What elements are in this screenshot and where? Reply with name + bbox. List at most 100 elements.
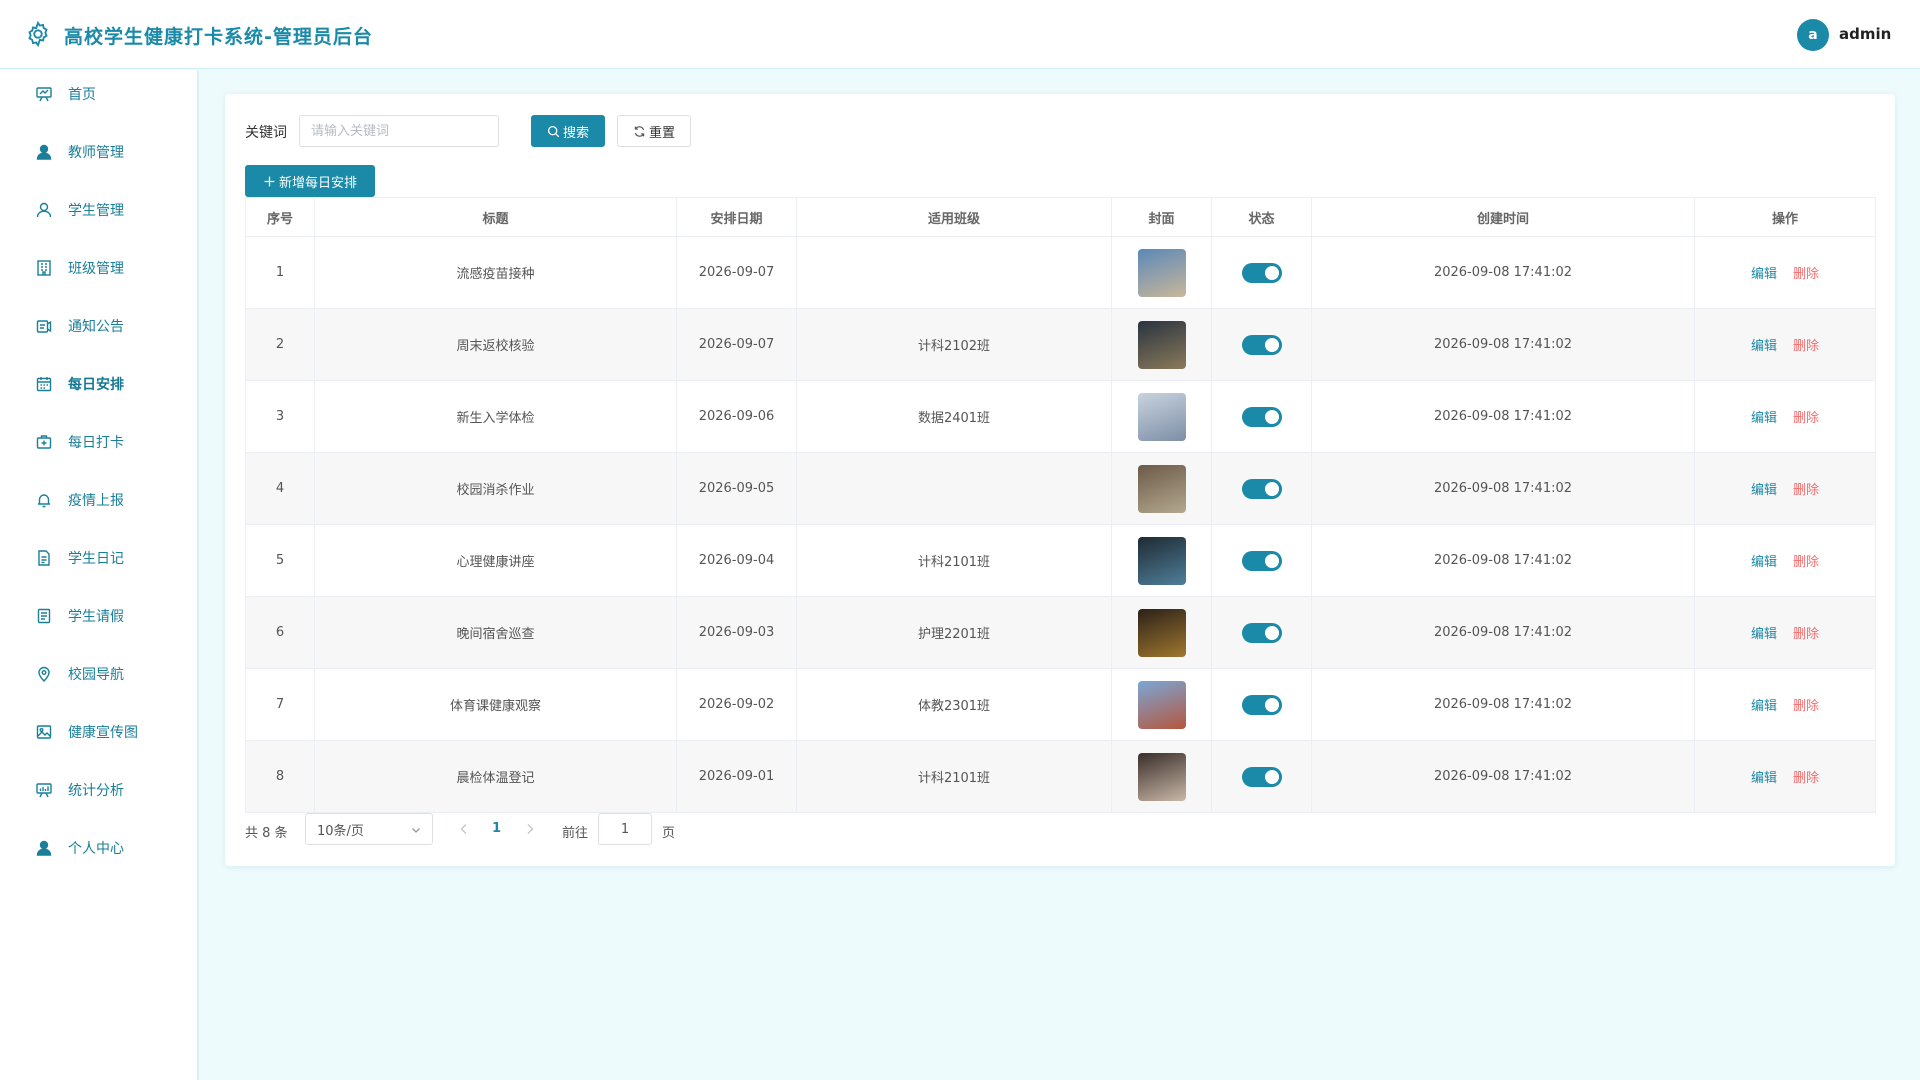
- pagination-total: 共 8 条: [245, 826, 288, 841]
- edit-link[interactable]: 编辑: [1751, 627, 1777, 642]
- cell-actions: 编辑 删除: [1694, 668, 1876, 741]
- sidebar-item-leave[interactable]: 学生请假: [0, 594, 197, 638]
- sidebar-item-schedule[interactable]: 每日安排: [0, 362, 197, 406]
- cover-thumbnail[interactable]: [1137, 536, 1186, 585]
- cover-thumbnail[interactable]: [1137, 320, 1186, 369]
- chevron-right-icon[interactable]: [524, 822, 536, 836]
- cell-index: 5: [245, 524, 315, 597]
- status-toggle[interactable]: [1241, 406, 1282, 427]
- gear-icon: [28, 20, 48, 48]
- cell-actions: 编辑 删除: [1694, 236, 1876, 309]
- cell-status: [1211, 740, 1312, 813]
- sidebar-item-label: 教师管理: [68, 145, 124, 161]
- table-row: 7 体育课健康观察 2026-09-02 体教2301班 2026-09-08 17:4…: [245, 668, 1876, 741]
- sidebar-item-navigation[interactable]: 校园导航: [0, 652, 197, 696]
- cell-title: 晨检体温登记: [314, 740, 677, 813]
- cell-date: 2026-09-07: [676, 308, 797, 381]
- delete-link[interactable]: 删除: [1793, 339, 1819, 354]
- cell-class: 计科2101班: [796, 524, 1112, 597]
- cell-date: 2026-09-06: [676, 380, 797, 453]
- goto-page-input[interactable]: [598, 813, 652, 845]
- cell-status: [1211, 308, 1312, 381]
- column-header: 封面: [1111, 197, 1212, 237]
- cell-status: [1211, 380, 1312, 453]
- document-icon: [38, 550, 50, 566]
- status-toggle[interactable]: [1241, 694, 1282, 715]
- status-toggle[interactable]: [1241, 334, 1282, 355]
- sidebar-item-label: 学生管理: [68, 203, 124, 219]
- edit-link[interactable]: 编辑: [1751, 771, 1777, 786]
- edit-link[interactable]: 编辑: [1751, 411, 1777, 426]
- add-schedule-button[interactable]: 新增每日安排: [245, 165, 375, 197]
- cell-class: 数据2401班: [796, 380, 1112, 453]
- avatar[interactable]: a: [1797, 19, 1829, 51]
- delete-link[interactable]: 删除: [1793, 483, 1819, 498]
- sidebar-item-home[interactable]: 首页: [0, 72, 197, 116]
- sidebar-item-teacher[interactable]: 教师管理: [0, 130, 197, 174]
- column-header: 序号: [245, 197, 315, 237]
- sidebar-item-student[interactable]: 学生管理: [0, 188, 197, 232]
- delete-link[interactable]: 删除: [1793, 411, 1819, 426]
- refresh-icon: [634, 125, 645, 137]
- delete-link[interactable]: 删除: [1793, 555, 1819, 570]
- cover-thumbnail[interactable]: [1137, 464, 1186, 513]
- cell-created: 2026-09-08 17:41:02: [1311, 740, 1695, 813]
- chevron-down-icon: [412, 828, 420, 833]
- delete-link[interactable]: 删除: [1793, 699, 1819, 714]
- cover-thumbnail[interactable]: [1137, 680, 1186, 729]
- reset-button[interactable]: 重置: [617, 115, 691, 147]
- sidebar-item-label: 每日打卡: [68, 435, 124, 451]
- sidebar: 首页教师管理学生管理班级管理通知公告每日安排每日打卡疫情上报学生日记学生请假校园…: [0, 70, 199, 1080]
- schedule-table: 序号 标题 安排日期 适用班级 封面 状态 创建时间 操作 1 流感疫苗接种 2026-09-07…: [245, 197, 1876, 813]
- keyword-input[interactable]: [299, 115, 499, 147]
- sidebar-item-checkin[interactable]: 每日打卡: [0, 420, 197, 464]
- page-size-select[interactable]: 10条/页: [305, 813, 433, 845]
- sidebar-item-stats[interactable]: 统计分析: [0, 768, 197, 812]
- cover-thumbnail[interactable]: [1137, 608, 1186, 657]
- tickets-icon: [37, 608, 51, 624]
- sidebar-item-label: 学生请假: [68, 609, 124, 625]
- sidebar-item-notice[interactable]: 通知公告: [0, 304, 197, 348]
- status-toggle[interactable]: [1241, 766, 1282, 787]
- cover-thumbnail[interactable]: [1137, 392, 1186, 441]
- delete-link[interactable]: 删除: [1793, 771, 1819, 786]
- delete-link[interactable]: 删除: [1793, 267, 1819, 282]
- cell-actions: 编辑 删除: [1694, 308, 1876, 381]
- sidebar-item-profile[interactable]: 个人中心: [0, 826, 197, 870]
- status-toggle[interactable]: [1241, 262, 1282, 283]
- cell-index: 8: [245, 740, 315, 813]
- delete-link[interactable]: 删除: [1793, 627, 1819, 642]
- cover-thumbnail[interactable]: [1137, 248, 1186, 297]
- column-header: 状态: [1211, 197, 1312, 237]
- plus-icon: [264, 176, 275, 186]
- page-number-current[interactable]: 1: [492, 821, 501, 836]
- username[interactable]: admin: [1839, 25, 1891, 43]
- search-button[interactable]: 搜索: [531, 115, 605, 147]
- edit-link[interactable]: 编辑: [1751, 267, 1777, 282]
- sidebar-item-diary[interactable]: 学生日记: [0, 536, 197, 580]
- cell-cover: [1111, 668, 1212, 741]
- cell-class: 计科2102班: [796, 308, 1112, 381]
- cell-created: 2026-09-08 17:41:02: [1311, 236, 1695, 309]
- status-toggle[interactable]: [1241, 478, 1282, 499]
- edit-link[interactable]: 编辑: [1751, 555, 1777, 570]
- data-board-icon: [36, 783, 52, 798]
- edit-link[interactable]: 编辑: [1751, 483, 1777, 498]
- cell-index: 4: [245, 452, 315, 525]
- edit-link[interactable]: 编辑: [1751, 339, 1777, 354]
- chevron-left-icon[interactable]: [458, 822, 470, 836]
- cell-class: 护理2201班: [796, 596, 1112, 669]
- sidebar-item-banner[interactable]: 健康宣传图: [0, 710, 197, 754]
- status-toggle[interactable]: [1241, 550, 1282, 571]
- status-toggle[interactable]: [1241, 622, 1282, 643]
- bell-icon: [38, 494, 50, 508]
- cover-thumbnail[interactable]: [1137, 752, 1186, 801]
- edit-link[interactable]: 编辑: [1751, 699, 1777, 714]
- sidebar-item-class[interactable]: 班级管理: [0, 246, 197, 290]
- sidebar-item-epidemic[interactable]: 疫情上报: [0, 478, 197, 522]
- sidebar-item-label: 学生日记: [68, 551, 124, 567]
- add-schedule-button-label: 新增每日安排: [278, 175, 357, 191]
- goto-label: 前往: [562, 826, 589, 841]
- cell-created: 2026-09-08 17:41:02: [1311, 380, 1695, 453]
- search-icon: [547, 125, 560, 137]
